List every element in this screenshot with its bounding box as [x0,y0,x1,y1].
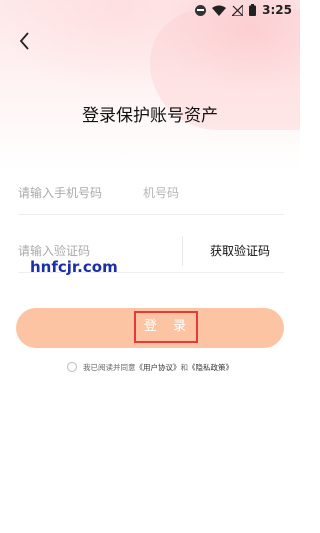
get-code-button[interactable]: 获取验证码 [210,230,270,272]
status-time: 3:25 [262,3,292,17]
status-bar: 3:25 [0,0,300,24]
watermark: hnfcjr.com [30,258,118,276]
user-agreement-link[interactable]: 《用户协议》 [136,363,181,372]
phone-ghost-text: 机号码 [143,186,180,200]
agreement-checkbox[interactable] [67,362,77,372]
no-signal-icon [232,4,244,16]
login-button[interactable]: 登 录 [16,308,284,348]
field-divider [182,236,183,266]
privacy-policy-link[interactable]: 《隐私政策》 [188,363,233,372]
agreement-prefix: 我已阅读并同意 [83,363,136,372]
battery-icon [249,4,257,16]
page-title: 登录保护账号资产 [82,106,218,126]
back-button[interactable] [14,28,36,54]
chevron-left-icon [19,32,29,50]
do-not-disturb-icon [195,4,207,16]
login-label: 登 录 [134,311,198,343]
phone-field: 机号码 [18,172,284,215]
wifi-icon [212,5,227,16]
agreement-joiner: 和 [180,363,189,372]
agreement-row: 我已阅读并同意《用户协议》和《隐私政策》 [0,362,300,373]
